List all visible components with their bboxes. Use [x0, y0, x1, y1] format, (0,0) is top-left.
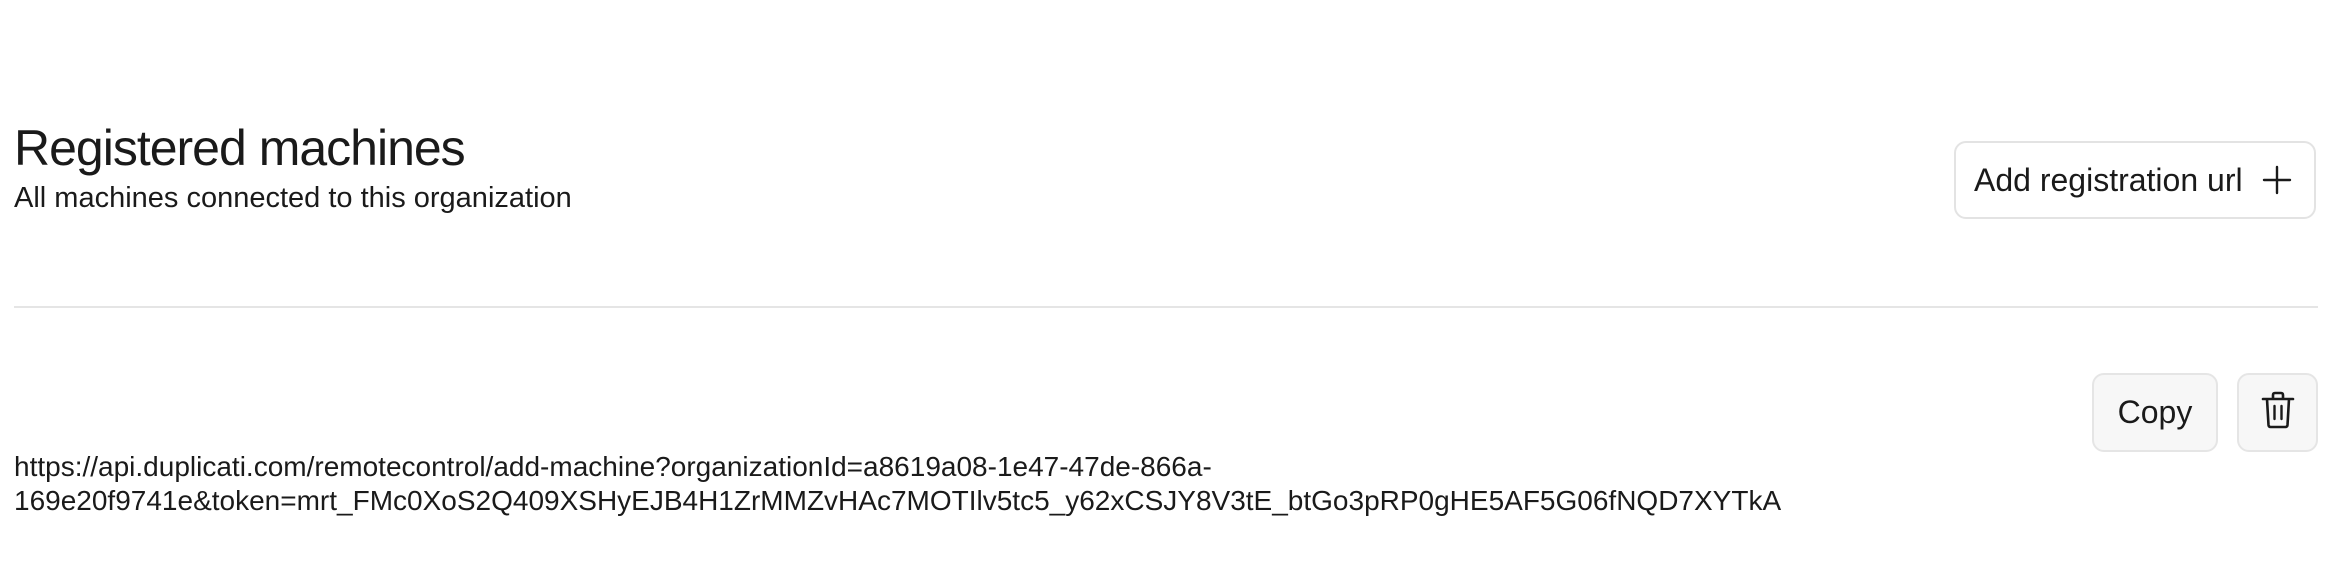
- delete-button[interactable]: [2237, 373, 2318, 452]
- copy-button[interactable]: Copy: [2092, 373, 2218, 452]
- registration-url-line: 169e20f9741e&token=mrt_FMc0XoS2Q409XSHyE…: [14, 485, 1782, 516]
- add-registration-url-button[interactable]: Add registration url: [1954, 141, 2316, 219]
- page-header: Registered machines All machines connect…: [14, 118, 572, 216]
- page-title: Registered machines: [14, 120, 466, 176]
- plus-icon: [2262, 165, 2292, 195]
- page-subtitle: All machines connected to this organizat…: [14, 182, 572, 214]
- section-divider: [14, 306, 2318, 308]
- trash-icon: [2261, 391, 2295, 434]
- add-registration-url-label: Add registration url: [1974, 161, 2243, 198]
- registration-url: https://api.duplicati.com/remotecontrol/…: [14, 450, 1814, 518]
- registered-machines-page: Registered machines All machines connect…: [0, 0, 2336, 564]
- copy-button-label: Copy: [2117, 394, 2193, 430]
- registration-url-line: https://api.duplicati.com/remotecontrol/…: [14, 451, 1212, 482]
